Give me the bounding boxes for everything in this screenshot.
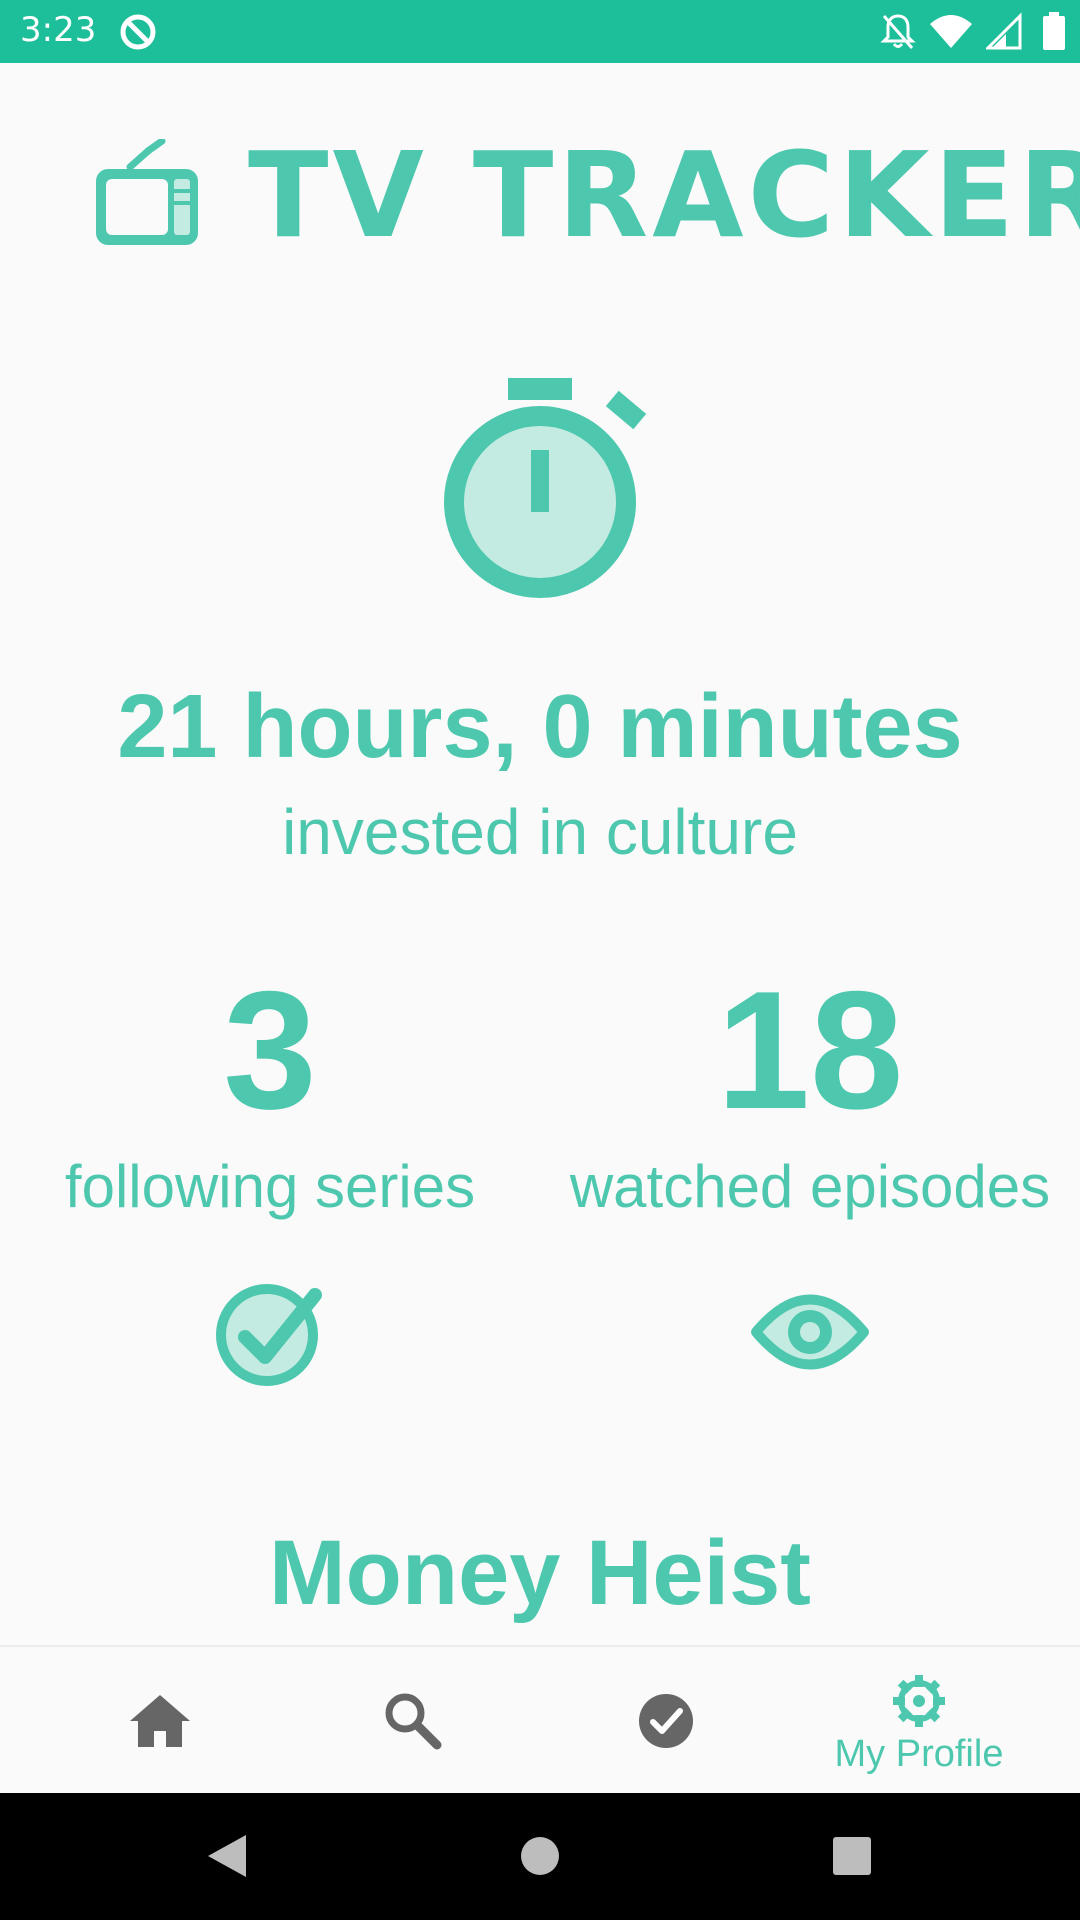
- app-header: TV TRACKER: [0, 135, 1080, 255]
- home-icon: [130, 1695, 190, 1747]
- cell-signal-icon: [986, 12, 1022, 50]
- nav-my-profile[interactable]: My Profile: [784, 1647, 1054, 1795]
- wifi-icon: [930, 15, 972, 48]
- check-circle-icon: [216, 1284, 322, 1386]
- watched-episodes-label: watched episodes: [569, 1153, 1051, 1220]
- search-icon: [385, 1693, 442, 1750]
- stopwatch-icon: [444, 378, 647, 598]
- system-navigation-bar: [0, 1793, 1080, 1920]
- nav-my-profile-label: My Profile: [834, 1733, 1004, 1775]
- status-bar: 3:23: [0, 0, 1080, 63]
- overview-icon[interactable]: [830, 1831, 874, 1881]
- featured-series-title[interactable]: Money Heist: [0, 1518, 1080, 1628]
- status-time: 3:23: [20, 10, 97, 50]
- nav-search[interactable]: [278, 1647, 548, 1795]
- notifications-off-icon: [880, 14, 916, 49]
- app-title: TV TRACKER: [248, 126, 1080, 264]
- nav-home[interactable]: [25, 1647, 295, 1795]
- stat-watched-episodes: 18 watched episodes: [540, 965, 1080, 1387]
- battery-icon: [1043, 12, 1065, 50]
- watched-episodes-count: 18: [716, 956, 904, 1144]
- gear-icon: [893, 1675, 945, 1727]
- bottom-navigation: My Profile: [0, 1645, 1080, 1795]
- following-series-label: following series: [64, 1153, 476, 1220]
- stat-following-series: 3 following series: [0, 965, 540, 1387]
- home-circle-icon[interactable]: [518, 1831, 562, 1881]
- check-circle-icon: [639, 1694, 693, 1748]
- eye-icon: [751, 1294, 869, 1370]
- tv-icon: [96, 139, 198, 245]
- following-series-count: 3: [223, 956, 317, 1144]
- nav-following[interactable]: [531, 1647, 801, 1795]
- back-icon[interactable]: [204, 1831, 250, 1881]
- time-invested-value: 21 hours, 0 minutes: [117, 677, 963, 777]
- sync-icon: [120, 14, 156, 50]
- time-invested-caption: invested in culture: [282, 796, 798, 868]
